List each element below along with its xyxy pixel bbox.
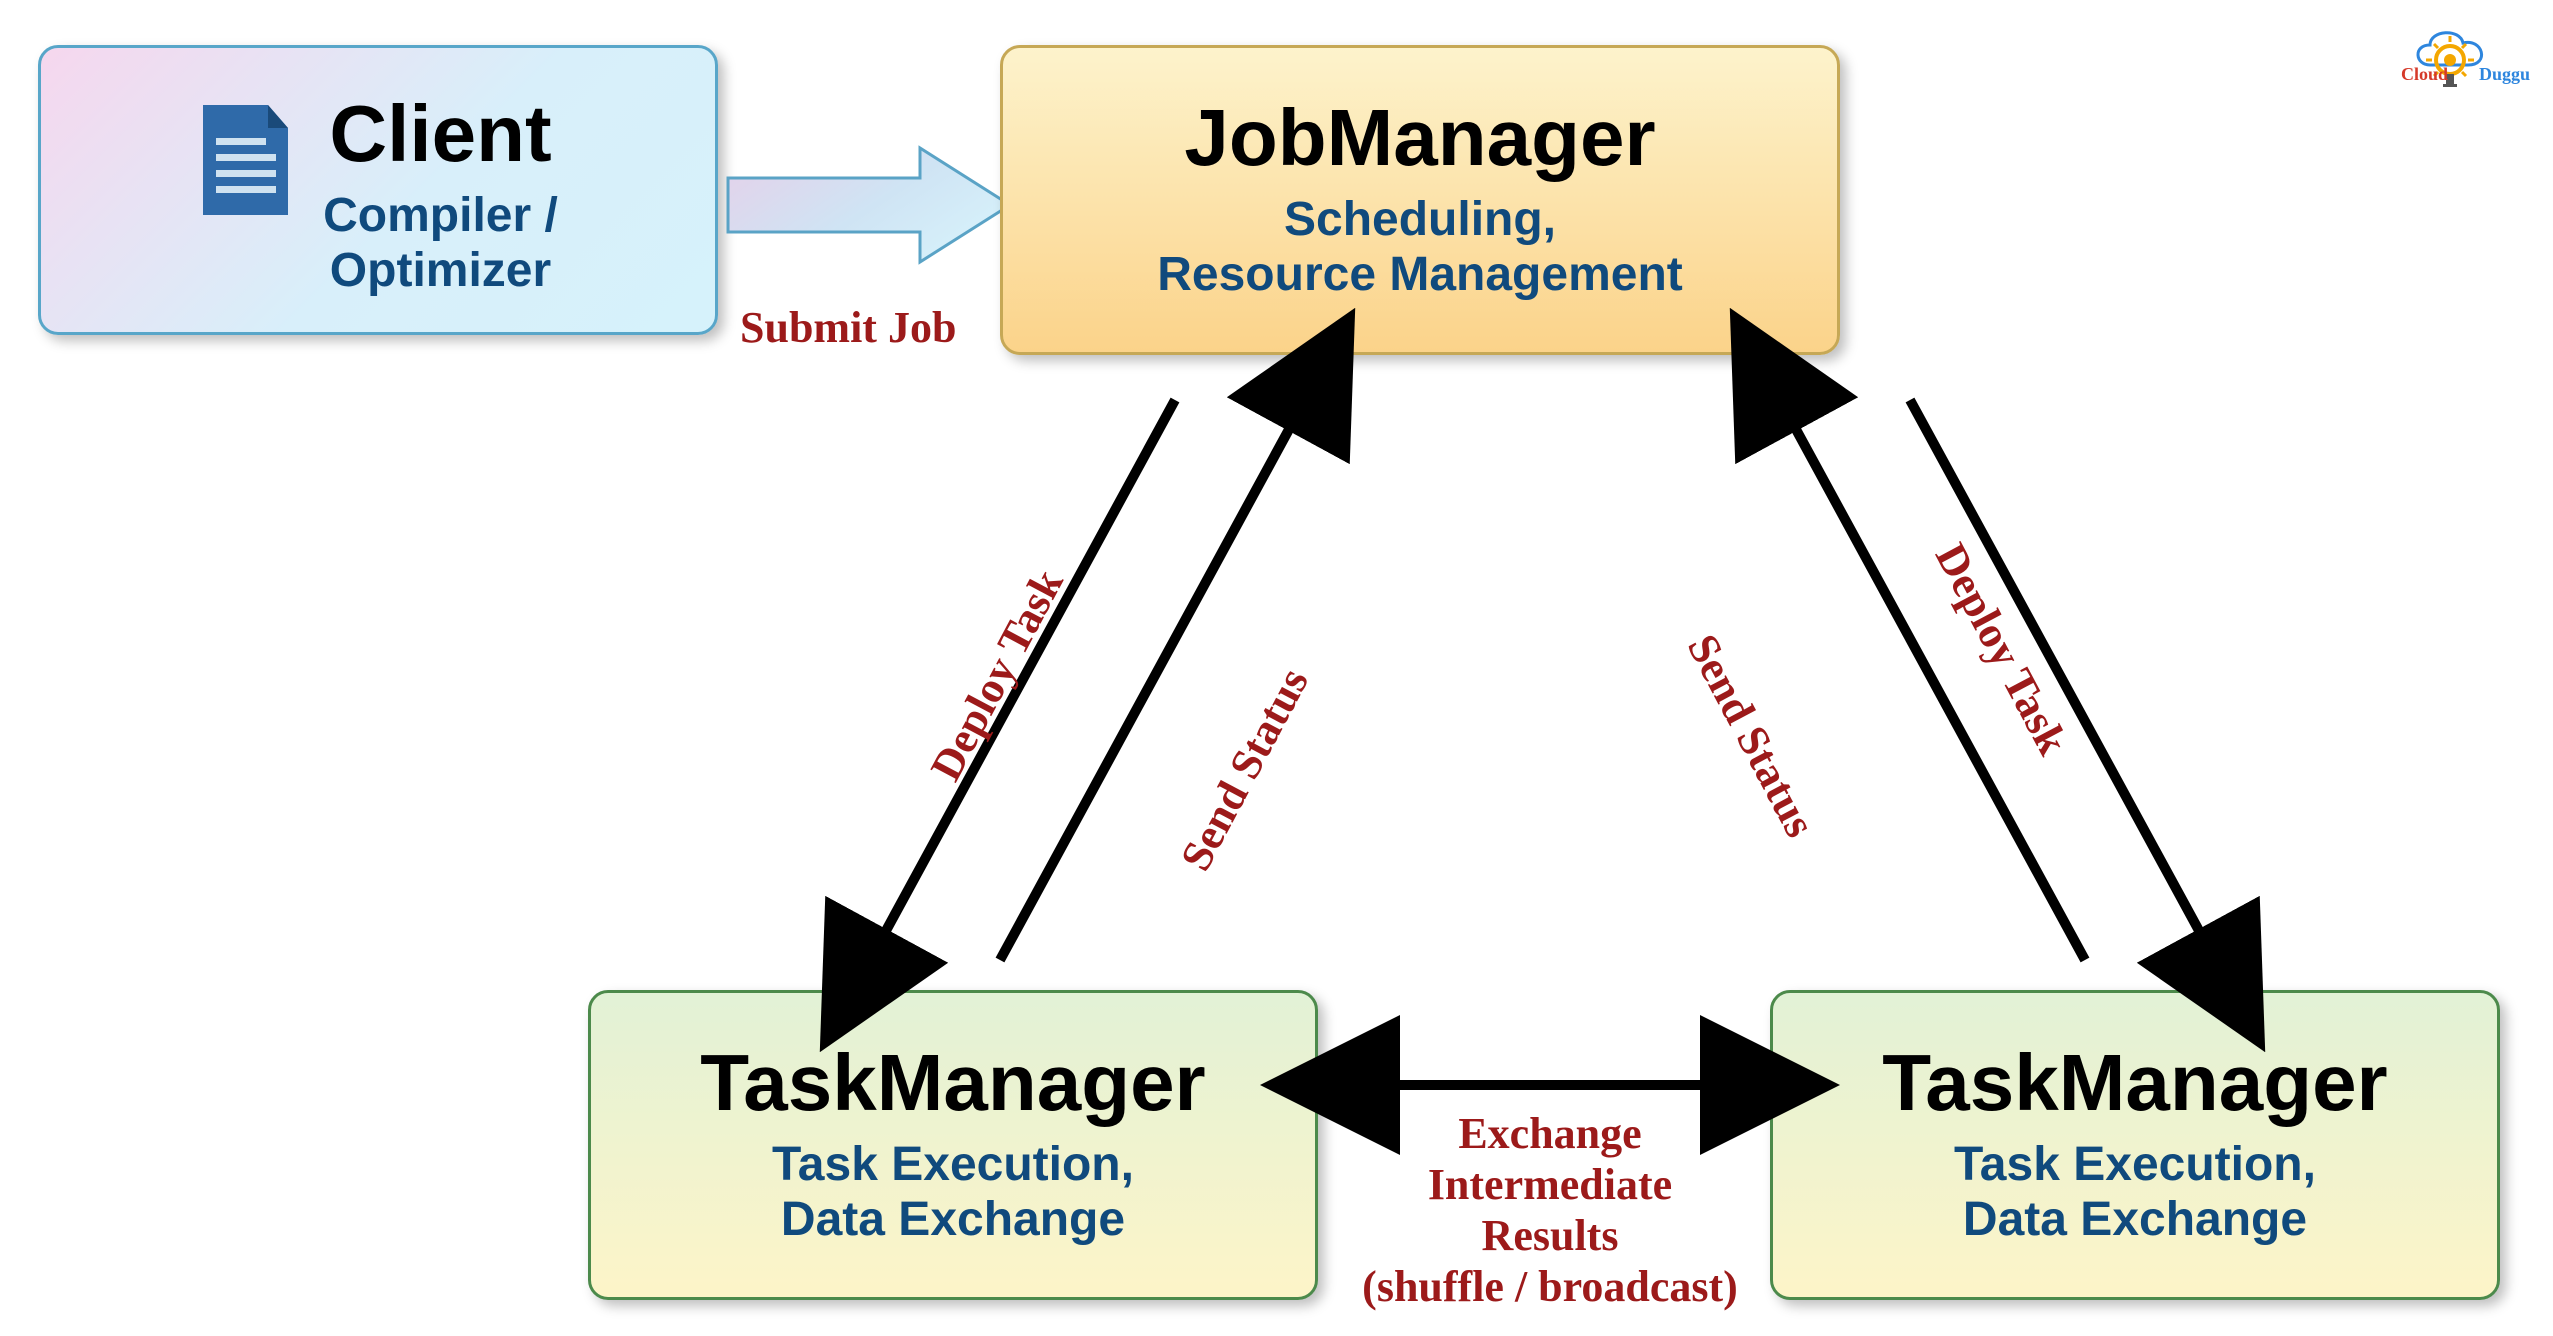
document-icon	[198, 100, 293, 220]
exchange-results-label: Exchange Intermediate Results (shuffle /…	[1335, 1108, 1765, 1312]
deploy-task-right-arrow	[1910, 400, 2215, 960]
exchange-line3: Results	[1335, 1210, 1765, 1261]
send-status-left-arrow	[1000, 400, 1305, 960]
submit-arrow-icon	[725, 140, 1015, 270]
taskmanager-right-title: TaskManager	[1882, 1043, 2387, 1123]
jobmanager-subtitle: Scheduling, Resource Management	[1157, 192, 1683, 302]
deploy-task-left-label: Deploy Task	[920, 561, 1074, 789]
taskmanager-right-subtitle: Task Execution, Data Exchange	[1954, 1137, 2316, 1247]
send-status-left-label: Send Status	[1170, 660, 1319, 879]
brand-logo: Cloud Duggu	[2405, 10, 2535, 100]
logo-text-left: Cloud	[2401, 64, 2448, 85]
client-subtitle: Compiler / Optimizer	[323, 188, 558, 298]
exchange-line4: (shuffle / broadcast)	[1335, 1261, 1765, 1312]
taskmanager-right-box: TaskManager Task Execution, Data Exchang…	[1770, 990, 2500, 1300]
taskmanager-left-box: TaskManager Task Execution, Data Exchang…	[588, 990, 1318, 1300]
deploy-task-right-label: Deploy Task	[1925, 535, 2079, 763]
submit-job-label: Submit Job	[740, 302, 956, 353]
exchange-line2: Intermediate	[1335, 1159, 1765, 1210]
send-status-right-label: Send Status	[1677, 626, 1826, 845]
jobmanager-title: JobManager	[1184, 98, 1655, 178]
exchange-line1: Exchange	[1335, 1108, 1765, 1159]
taskmanager-left-title: TaskManager	[700, 1043, 1205, 1123]
taskmanager-left-subtitle: Task Execution, Data Exchange	[772, 1137, 1134, 1247]
client-title: Client	[329, 94, 551, 174]
jobmanager-box: JobManager Scheduling, Resource Manageme…	[1000, 45, 1840, 355]
client-box: Client Compiler / Optimizer	[38, 45, 718, 335]
logo-text-right: Duggu	[2479, 64, 2530, 85]
